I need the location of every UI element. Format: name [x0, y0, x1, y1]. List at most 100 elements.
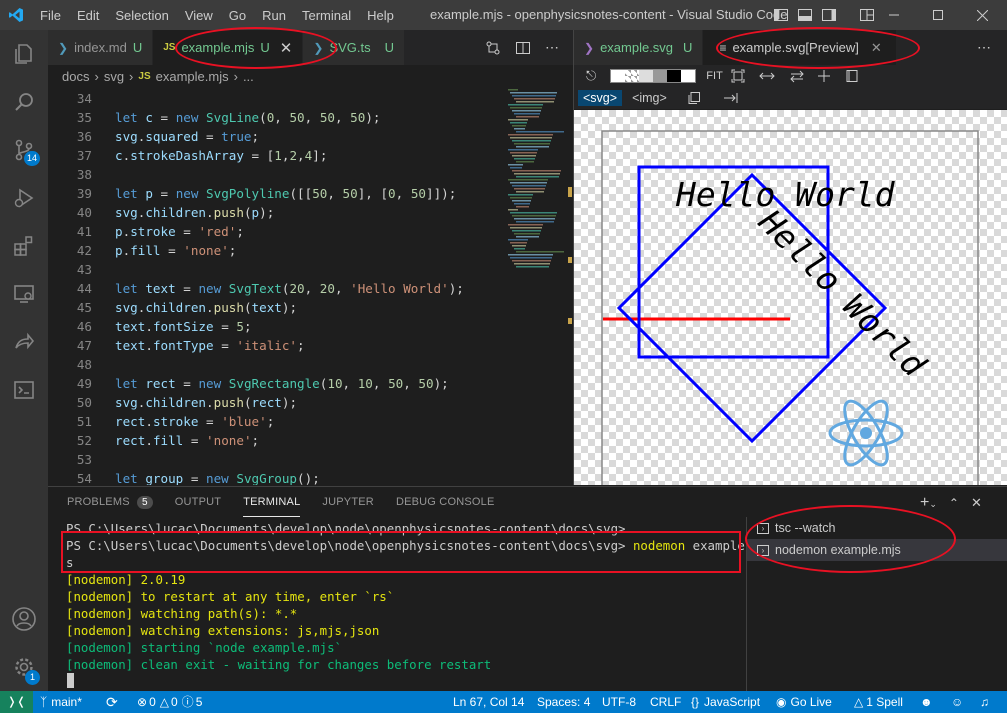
accounts-icon[interactable] — [0, 595, 48, 643]
indentation[interactable]: Spaces: 4 — [537, 691, 590, 713]
minimize-icon[interactable] — [872, 0, 916, 30]
code-line[interactable]: let group = new SvgGroup(); — [115, 471, 320, 485]
menu-item-terminal[interactable]: Terminal — [294, 8, 359, 23]
export-icon[interactable] — [723, 91, 739, 105]
tab-jupyter[interactable]: JUPYTER — [322, 487, 374, 517]
code-line[interactable]: p.fill = 'none'; — [115, 243, 236, 258]
maximize-icon[interactable] — [916, 0, 960, 30]
fit-button[interactable]: FIT — [706, 70, 723, 82]
cursor-position[interactable]: Ln 67, Col 14 — [453, 691, 524, 713]
menu-item-go[interactable]: Go — [221, 8, 254, 23]
notifications-bell-icon[interactable]: ♫ — [980, 691, 989, 713]
code-line[interactable]: svg.squared = true; — [115, 129, 259, 144]
code-line[interactable]: svg.children.push(p); — [115, 205, 274, 220]
code-line[interactable]: rect.stroke = 'blue'; — [115, 414, 274, 429]
remote-indicator-icon[interactable]: ❭❬ — [0, 691, 33, 713]
react-logo-icon — [828, 399, 904, 467]
branch-indicator[interactable]: ᛉ main* — [40, 691, 82, 713]
tab-output[interactable]: OUTPUT — [175, 487, 221, 517]
fit-width-icon[interactable] — [759, 69, 775, 83]
terminal-line: [nodemon] to restart at any time, enter … — [66, 589, 395, 604]
info-icon: ⓘ — [181, 695, 194, 709]
encoding[interactable]: UTF-8 — [602, 691, 636, 713]
toggle-panel-icon[interactable] — [797, 7, 813, 23]
new-terminal-icon[interactable]: +⌄ — [920, 494, 937, 512]
code-line[interactable]: rect.fill = 'none'; — [115, 433, 259, 448]
open-changes-icon[interactable] — [485, 40, 501, 56]
close-window-icon[interactable] — [960, 0, 1004, 30]
layout-controls — [773, 0, 875, 30]
terminal-view-icon[interactable] — [0, 366, 48, 414]
end-of-line[interactable]: CRLF — [650, 691, 681, 713]
menu-item-run[interactable]: Run — [254, 8, 294, 23]
img-mode-tab[interactable]: <img> — [632, 91, 667, 105]
copy-icon[interactable] — [687, 91, 701, 105]
close-panel-icon[interactable]: ✕ — [971, 495, 982, 511]
explorer-icon[interactable] — [0, 30, 48, 78]
problems-indicator[interactable]: ⊗ 0 △ 0 ⓘ 5 — [137, 691, 202, 713]
zoom-to-fit-icon[interactable] — [731, 69, 745, 83]
menu-item-selection[interactable]: Selection — [107, 8, 176, 23]
minimap[interactable] — [506, 87, 568, 272]
tab-example-svg[interactable]: ❯ example.svg U — [574, 30, 704, 65]
menu-item-file[interactable]: File — [32, 8, 69, 23]
swap-icon[interactable] — [789, 69, 805, 83]
code-line[interactable]: let p = new SvgPolyline([[50, 50], [0, 5… — [115, 186, 456, 201]
line-number: 41 — [76, 224, 92, 239]
open-source-icon[interactable] — [845, 69, 859, 83]
code-line[interactable]: text.fontType = 'italic'; — [115, 338, 305, 353]
code-editor[interactable]: 34 35 let c = new SvgLine(0, 50, 50, 50); 3… — [48, 87, 573, 485]
more-actions-icon[interactable]: ⋯ — [545, 39, 560, 56]
warning-icon: △ — [854, 695, 864, 709]
search-icon[interactable] — [0, 78, 48, 126]
toggle-secondary-sidebar-icon[interactable] — [821, 7, 837, 23]
braces-icon: {} — [691, 695, 700, 709]
panel-tabs: PROBLEMS 5 OUTPUT TERMINAL JUPYTER DEBUG… — [56, 487, 506, 517]
go-live-button[interactable]: ◉ Go Live — [776, 691, 832, 713]
preview-mode-toolbar: <svg> <img> — [574, 87, 1007, 109]
manage-gear-icon[interactable]: 1 — [0, 643, 48, 691]
split-editor-icon[interactable] — [515, 40, 531, 56]
extensions-icon[interactable] — [0, 222, 48, 270]
code-line[interactable]: svg.children.push(text); — [115, 300, 297, 315]
toggle-sidebar-icon[interactable] — [773, 7, 789, 23]
pin-icon[interactable]: ⎋ — [586, 68, 596, 84]
breadcrumb-docs[interactable]: docs — [62, 69, 89, 84]
breadcrumb-file[interactable]: example.mjs — [156, 69, 229, 84]
code-line[interactable]: p.stroke = 'red'; — [115, 224, 244, 239]
code-line[interactable]: c.strokeDashArray = [1,2,4]; — [115, 148, 327, 163]
code-line[interactable]: let text = new SvgText(20, 20, 'Hello Wo… — [115, 281, 464, 296]
line-number: 50 — [76, 395, 92, 410]
run-debug-icon[interactable] — [0, 174, 48, 222]
tab-terminal[interactable]: TERMINAL — [243, 487, 301, 517]
code-line[interactable]: text.fontSize = 5; — [115, 319, 252, 334]
feedback-icon[interactable]: ☺ — [951, 691, 963, 713]
language-mode[interactable]: {} JavaScript — [691, 691, 760, 713]
menu-item-edit[interactable]: Edit — [69, 8, 107, 23]
spell-indicator[interactable]: △ 1 Spell — [854, 691, 903, 713]
live-share-icon[interactable] — [0, 318, 48, 366]
code-line[interactable]: let c = new SvgLine(0, 50, 50, 50); — [115, 110, 381, 125]
breadcrumb-svg[interactable]: svg — [104, 69, 124, 84]
remote-explorer-icon[interactable] — [0, 270, 48, 318]
menu-item-view[interactable]: View — [177, 8, 221, 23]
language-label: JavaScript — [704, 695, 761, 709]
code-line[interactable]: let rect = new SvgRectangle(10, 10, 50, … — [115, 376, 449, 391]
maximize-panel-icon[interactable]: ⌃ — [949, 496, 959, 510]
menu-item-help[interactable]: Help — [359, 8, 402, 23]
untracked-status: U — [132, 40, 143, 55]
code-line[interactable]: svg.children.push(rect); — [115, 395, 297, 410]
svg-preview-canvas[interactable]: Hello World Hello World — [574, 110, 1007, 485]
copilot-icon[interactable]: ☻ — [920, 691, 933, 713]
tab-problems[interactable]: PROBLEMS 5 — [67, 487, 153, 517]
tab-index-md[interactable]: ❯ index.md U — [48, 30, 154, 65]
error-count: 0 — [149, 695, 156, 709]
tab-debug-console[interactable]: DEBUG CONSOLE — [396, 487, 495, 517]
source-control-icon[interactable]: 14 — [0, 126, 48, 174]
more-actions-icon[interactable]: ⋯ — [977, 39, 1007, 56]
sync-icon[interactable]: ⟳ — [106, 691, 118, 713]
background-swatches[interactable] — [610, 69, 697, 83]
svg-mode-tab[interactable]: <svg> — [578, 90, 623, 106]
add-icon[interactable] — [817, 69, 831, 83]
breadcrumb-symbol[interactable]: ... — [243, 69, 254, 84]
